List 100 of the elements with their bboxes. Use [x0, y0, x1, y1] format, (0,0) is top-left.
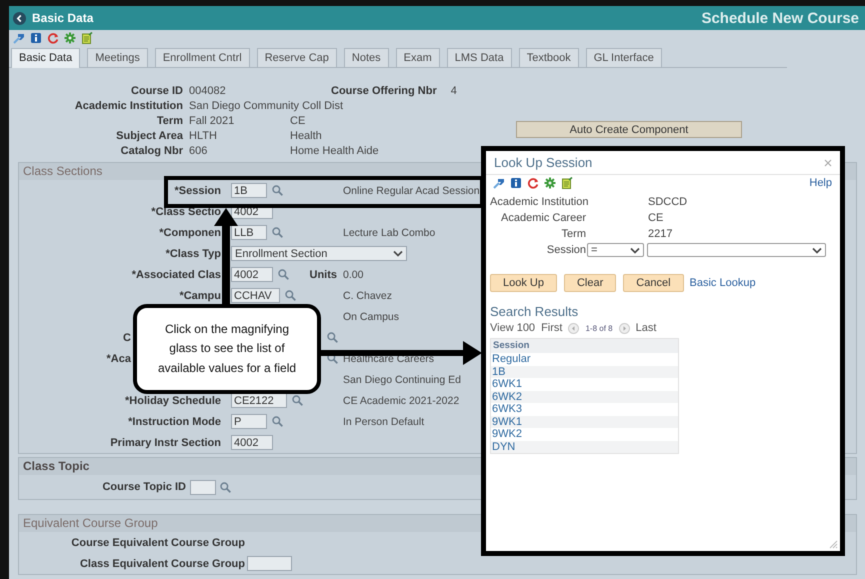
text-field[interactable]: 4002 [231, 435, 273, 450]
info-icon[interactable] [30, 32, 42, 44]
value-dropdown[interactable] [647, 243, 826, 257]
info-icon[interactable] [510, 177, 522, 189]
field-label: Academic Institution [74, 100, 183, 112]
field-label: *Instruction Mode [128, 416, 221, 428]
field-description: San Diego Continuing Ed [343, 374, 461, 386]
basic-lookup-link[interactable]: Basic Lookup [690, 277, 756, 289]
text-field[interactable]: CCHAV [231, 288, 280, 303]
text-field[interactable]: 1B [231, 183, 267, 198]
field-description: In Person Default [343, 416, 424, 428]
field-label: *Session [174, 184, 221, 196]
notepad-icon[interactable] [561, 177, 573, 189]
back-icon [13, 12, 26, 24]
refresh-icon[interactable] [527, 177, 539, 189]
caret-icon [812, 246, 822, 254]
tab[interactable]: GL Interface [586, 48, 662, 67]
help-icon[interactable] [13, 32, 25, 44]
field-description: Online Regular Acad Session [343, 184, 480, 196]
resize-grip-icon[interactable] [829, 540, 838, 549]
field-label: Session [546, 244, 586, 256]
next-icon[interactable] [618, 322, 630, 334]
close-icon[interactable] [824, 158, 832, 166]
field-label: Term [156, 114, 183, 126]
field-description: C. Chavez [343, 290, 392, 302]
field-value: 0.00 [343, 268, 364, 280]
field-value: 004082 [189, 84, 226, 96]
field-label: Subject Area [116, 130, 183, 142]
session-link[interactable]: 9WK1 [491, 416, 678, 428]
dialog-button[interactable]: Clear [564, 274, 616, 292]
caret-icon [393, 250, 403, 257]
field-value: Fall 2021 [189, 114, 234, 126]
search-icon[interactable] [327, 353, 338, 364]
text-field[interactable]: CE2122 [231, 393, 287, 408]
field-value: 606 [189, 144, 208, 156]
text-field[interactable] [190, 480, 216, 494]
gear-icon[interactable] [64, 32, 76, 44]
session-link[interactable]: 6WK2 [491, 390, 678, 403]
field-label: Class Equivalent Course Group [78, 558, 245, 570]
field-value: San Diego Community Coll Dist [189, 100, 344, 112]
first-link[interactable]: First [541, 322, 562, 334]
field-label: Catalog Nbr [120, 144, 183, 156]
field-description: CE Academic 2021-2022 [343, 394, 460, 406]
auto-create-button[interactable]: Auto Create Component [516, 121, 742, 138]
page-range: 1-8 of 8 [585, 324, 613, 332]
view-link[interactable]: View 100 [490, 322, 536, 334]
field-label: Units [310, 268, 338, 280]
dialog-button[interactable]: Cancel [623, 274, 684, 292]
caret-icon [630, 246, 640, 254]
dialog-button[interactable]: Look Up [490, 274, 557, 292]
field-description: Lecture Lab Combo [343, 226, 436, 238]
field-label: Term [560, 228, 586, 240]
field-label: *Componen [159, 226, 221, 238]
previous-icon[interactable] [568, 322, 580, 334]
dropdown[interactable]: Enrollment Section [231, 246, 407, 261]
field-description: CE [290, 114, 306, 126]
field-label: Course Offering Nbr [331, 84, 437, 96]
field-label: *Aca [106, 352, 131, 364]
field-value: HLTH [189, 130, 217, 142]
last-link[interactable]: Last [636, 322, 656, 334]
tab[interactable]: Reserve Cap [256, 48, 337, 67]
field-label: *Class Typ [166, 248, 221, 260]
field-label: *Campu [179, 290, 221, 302]
field-label: Academic Institution [490, 196, 586, 208]
back-button[interactable]: Basic Data [13, 11, 94, 25]
field-label: Academic Career [500, 212, 586, 224]
session-link[interactable]: DYN [491, 440, 678, 453]
tab[interactable]: Basic Data [11, 48, 80, 68]
tab[interactable]: Notes [344, 48, 389, 67]
tab[interactable]: LMS Data [446, 48, 512, 67]
text-field[interactable]: P [231, 414, 267, 429]
field-label: *Associated Clas [132, 268, 221, 280]
field-value: CE [648, 212, 664, 224]
refresh-icon[interactable] [47, 32, 59, 44]
field-value: 2217 [648, 228, 674, 240]
help-icon[interactable] [493, 177, 505, 189]
tab[interactable]: Exam [396, 48, 440, 67]
gear-icon[interactable] [544, 177, 556, 189]
field-label: Primary Instr Section [110, 436, 221, 448]
column-header: Session [491, 339, 678, 353]
field-label: Course ID [131, 84, 183, 96]
page-title: Schedule New Course [701, 10, 859, 26]
field-label: Course Equivalent Course Group [70, 536, 245, 548]
field-label: Course Topic ID [101, 481, 186, 493]
text-field[interactable]: 4002 [231, 267, 273, 282]
tab[interactable]: Meetings [87, 48, 148, 67]
tab[interactable]: Enrollment Cntrl [154, 48, 250, 67]
field-description: On Campus [343, 310, 400, 322]
field-label: *Class Sectio [151, 206, 221, 218]
tab[interactable]: Textbook [518, 48, 579, 67]
text-field[interactable] [247, 556, 292, 571]
help-link[interactable]: Help [809, 177, 836, 189]
notepad-icon[interactable] [81, 32, 93, 44]
text-field[interactable]: LLB [231, 225, 267, 240]
field-value: 4 [450, 84, 457, 96]
field-value: SDCCD [648, 196, 688, 208]
operator-dropdown[interactable]: = [587, 243, 644, 257]
field-description: Health [290, 130, 322, 142]
field-description: Home Health Aide [290, 144, 379, 156]
session-link[interactable]: 1B [491, 366, 678, 378]
